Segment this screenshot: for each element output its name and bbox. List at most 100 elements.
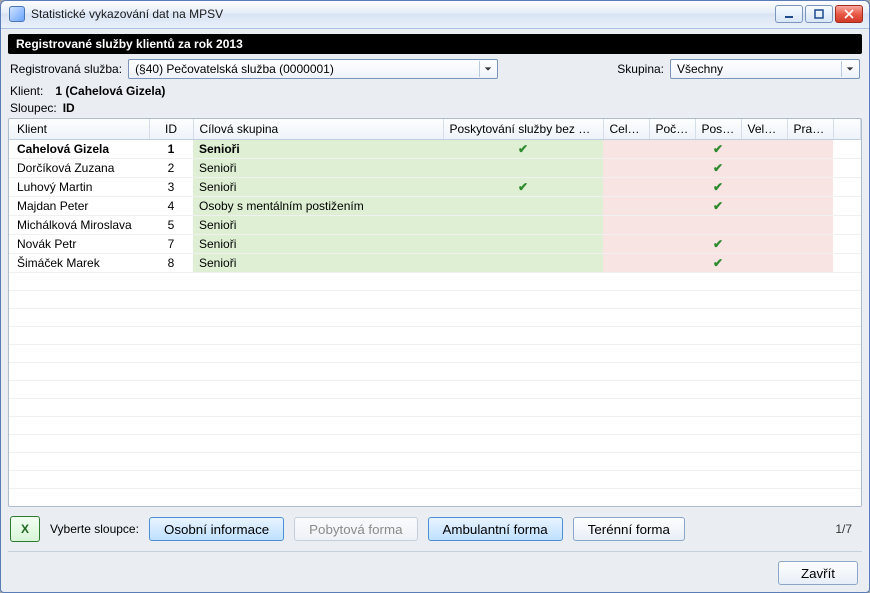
cell-velke [741, 158, 787, 177]
cell-celko [603, 177, 649, 196]
maximize-button[interactable] [805, 5, 833, 23]
cell-bezuhrady: ✔ [443, 177, 603, 196]
chevron-down-icon [479, 61, 495, 77]
cell-bezuhrady: ✔ [443, 139, 603, 158]
table-row[interactable]: Novák Petr7Senioři✔ [9, 234, 861, 253]
cell-pocet [649, 177, 695, 196]
col-header-pocet[interactable]: Počet... [649, 119, 695, 140]
table-row-empty [9, 398, 861, 416]
check-icon: ✔ [713, 161, 723, 175]
table-row-empty [9, 470, 861, 488]
check-icon: ✔ [518, 142, 528, 156]
table-row[interactable]: Luhový Martin3Senioři✔✔ [9, 177, 861, 196]
table-header-row: Klient ID Cílová skupina Poskytování slu… [9, 119, 861, 140]
cell-cilova: Senioři [193, 234, 443, 253]
cell-prani [787, 196, 833, 215]
table-row-empty [9, 344, 861, 362]
cell-cilova: Senioři [193, 253, 443, 272]
service-label: Registrovaná služba: [10, 62, 122, 76]
cell-klient: Dorčíková Zuzana [9, 158, 149, 177]
cell-celko [603, 215, 649, 234]
table-row[interactable]: Cahelová Gizela1Senioři✔✔ [9, 139, 861, 158]
cell-pocet [649, 253, 695, 272]
page-indicator: 1/7 [835, 522, 856, 536]
check-icon: ✔ [713, 142, 723, 156]
minimize-button[interactable] [775, 5, 803, 23]
client-area: Registrované služby klientů za rok 2013 … [1, 29, 869, 592]
cell-prani [787, 139, 833, 158]
table-row-empty [9, 290, 861, 308]
check-icon: ✔ [713, 199, 723, 213]
cell-klient: Novák Petr [9, 234, 149, 253]
data-table[interactable]: Klient ID Cílová skupina Poskytování slu… [8, 118, 862, 507]
app-icon [9, 6, 25, 22]
window-title: Statistické vykazování dat na MPSV [31, 7, 769, 21]
cell-prani [787, 215, 833, 234]
col-header-blank [833, 119, 861, 140]
table-row-empty [9, 380, 861, 398]
cell-prani [787, 158, 833, 177]
cell-pocet [649, 139, 695, 158]
klient-label: Klient: [10, 84, 43, 98]
export-excel-button[interactable]: X [10, 516, 40, 542]
col-header-velke[interactable]: Velké... [741, 119, 787, 140]
cell-celko [603, 253, 649, 272]
col-header-id[interactable]: ID [149, 119, 193, 140]
table-row-empty [9, 308, 861, 326]
footer-row: Zavřít [8, 559, 862, 585]
service-select[interactable]: (§40) Pečovatelská služba (0000001) [128, 59, 498, 79]
check-icon: ✔ [713, 237, 723, 251]
table-row[interactable]: Šimáček Marek8Senioři✔ [9, 253, 861, 272]
cell-prani [787, 253, 833, 272]
cell-pocet [649, 215, 695, 234]
table-row-empty [9, 362, 861, 380]
maximize-icon [814, 9, 824, 19]
sloupec-value: ID [63, 101, 75, 115]
cell-cilova: Senioři [193, 139, 443, 158]
cell-klient: Michálková Miroslava [9, 215, 149, 234]
cell-posky: ✔ [695, 139, 741, 158]
minimize-icon [784, 9, 794, 19]
close-icon [844, 9, 854, 19]
cell-posky: ✔ [695, 158, 741, 177]
col-header-celko[interactable]: Celko... [603, 119, 649, 140]
window-buttons [775, 5, 863, 23]
cell-bezuhrady [443, 158, 603, 177]
cell-posky [695, 215, 741, 234]
col-header-prani[interactable]: Praní ... [787, 119, 833, 140]
table-row[interactable]: Michálková Miroslava5Senioři [9, 215, 861, 234]
cell-id: 8 [149, 253, 193, 272]
cell-velke [741, 177, 787, 196]
cell-velke [741, 234, 787, 253]
group-select[interactable]: Všechny [670, 59, 860, 79]
table-row-empty [9, 416, 861, 434]
cell-id: 4 [149, 196, 193, 215]
col-header-posky[interactable]: Posky... [695, 119, 741, 140]
table-row[interactable]: Majdan Peter4Osoby s mentálním postižení… [9, 196, 861, 215]
col-header-bezuhrady[interactable]: Poskytování služby bez úhrady [443, 119, 603, 140]
cell-bezuhrady [443, 215, 603, 234]
close-button[interactable] [835, 5, 863, 23]
cell-klient: Luhový Martin [9, 177, 149, 196]
terenni-forma-button[interactable]: Terénní forma [573, 517, 685, 541]
section-heading: Registrované služby klientů za rok 2013 [8, 34, 862, 54]
table-row[interactable]: Dorčíková Zuzana2Senioři✔ [9, 158, 861, 177]
cell-celko [603, 158, 649, 177]
cell-celko [603, 196, 649, 215]
col-header-klient[interactable]: Klient [9, 119, 149, 140]
cell-bezuhrady [443, 196, 603, 215]
zavrit-button[interactable]: Zavřít [778, 561, 858, 585]
ambulantni-forma-button[interactable]: Ambulantní forma [428, 517, 563, 541]
cell-id: 3 [149, 177, 193, 196]
sloupec-info-row: Sloupec: ID [8, 101, 862, 115]
col-header-cilova[interactable]: Cílová skupina [193, 119, 443, 140]
cell-bezuhrady [443, 234, 603, 253]
klient-info-row: Klient: 1 (Cahelová Gizela) [8, 84, 862, 98]
excel-icon: X [21, 522, 29, 536]
pobytova-forma-button[interactable]: Pobytová forma [294, 517, 417, 541]
cell-posky: ✔ [695, 196, 741, 215]
check-icon: ✔ [713, 256, 723, 270]
osobni-informace-button[interactable]: Osobní informace [149, 517, 284, 541]
cell-pocet [649, 158, 695, 177]
cell-id: 2 [149, 158, 193, 177]
